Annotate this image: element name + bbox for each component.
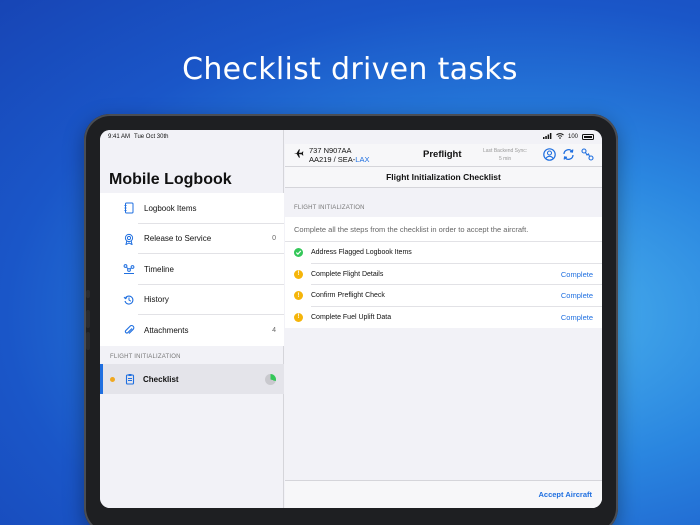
sidebar-title: Mobile Logbook [109, 171, 232, 188]
wifi-icon [556, 133, 564, 141]
sidebar-item-label: Logbook Items [144, 203, 197, 213]
badge-icon [122, 232, 136, 246]
status-time: 9:41 AM [108, 134, 131, 140]
pending-dot-icon [110, 376, 115, 382]
paperclip-icon [122, 323, 136, 337]
sidebar-item-label: Release to Service [144, 234, 212, 244]
status-bar-right: 100 [285, 130, 602, 144]
sidebar-item-logbook-items[interactable]: Logbook Items [100, 193, 284, 224]
checklist-step[interactable]: ! Complete Flight Details Complete [285, 264, 602, 286]
flight-number: AA219 / SEA- [309, 155, 356, 164]
sidebar-item-label: Attachments [144, 325, 189, 335]
sync-label: Last Backend Sync: [483, 148, 528, 154]
checkmark-icon [294, 248, 303, 258]
checklist-title: Flight Initialization Checklist [285, 166, 602, 188]
notebook-icon [122, 201, 136, 215]
battery-icon [582, 134, 594, 140]
flight-phase: Preflight [423, 149, 462, 160]
signal-icon [542, 133, 552, 141]
sidebar-item-label: Timeline [144, 264, 174, 274]
side-button [86, 290, 90, 298]
user-profile-icon[interactable] [543, 148, 556, 166]
step-label: Complete Fuel Uplift Data [311, 313, 392, 321]
sidebar-section-header: FLIGHT INITIALIZATION [110, 354, 181, 360]
sidebar-item-attachments[interactable]: Attachments 4 [100, 315, 284, 346]
timeline-icon [122, 262, 136, 276]
app-screen: 9:41 AM Tue Oct 30th Mobile Logbook Logb… [100, 130, 602, 508]
status-date: Tue Oct 30th [134, 134, 169, 140]
sidebar-item-checklist[interactable]: Checklist [100, 364, 284, 394]
sync-value: 5 min [498, 156, 512, 162]
airplane-icon [293, 146, 304, 164]
sidebar-item-label: History [144, 295, 169, 305]
clipboard-icon [123, 372, 137, 386]
flight-route: AA219 / SEA-LAX [309, 155, 369, 164]
sidebar-item-count: 0 [272, 235, 276, 243]
side-button [86, 310, 90, 328]
sidebar-list: Logbook Items Release to Service 0 Timel… [100, 193, 284, 346]
checklist-step[interactable]: ! Confirm Preflight Check Complete [285, 285, 602, 307]
flight-info: 737 N907AA AA219 / SEA-LAX [309, 146, 369, 164]
sidebar-item-label: Checklist [143, 374, 179, 384]
aircraft-id: 737 N907AA [309, 146, 352, 155]
battery-level: 100 [567, 134, 578, 140]
bottom-toolbar: Accept Aircraft [285, 480, 602, 508]
complete-link[interactable]: Complete [561, 291, 593, 300]
route-map-icon[interactable] [581, 148, 594, 166]
sidebar: 9:41 AM Tue Oct 30th Mobile Logbook Logb… [100, 130, 284, 508]
sidebar-item-release-to-service[interactable]: Release to Service 0 [100, 224, 284, 255]
warning-icon: ! [294, 269, 303, 279]
checklist-card: Complete all the steps from the checklis… [285, 217, 602, 328]
header-actions [543, 148, 594, 166]
complete-link[interactable]: Complete [561, 270, 593, 279]
checklist-step[interactable]: ! Complete Fuel Uplift Data Complete [285, 307, 602, 329]
checklist-instructions: Complete all the steps from the checklis… [285, 217, 602, 242]
flight-header: 737 N907AA AA219 / SEA-LAX Preflight Las… [285, 144, 602, 166]
side-button [86, 332, 90, 350]
progress-pie-icon [265, 373, 276, 385]
sidebar-item-history[interactable]: History [100, 285, 284, 316]
active-indicator [100, 364, 103, 394]
main-pane: 100 737 N907AA AA219 / SEA-LAX Preflight… [285, 130, 602, 508]
warning-icon: ! [294, 291, 303, 301]
main-section-header: FLIGHT INITIALIZATION [294, 205, 365, 211]
sidebar-item-timeline[interactable]: Timeline [100, 254, 284, 285]
warning-icon: ! [294, 312, 303, 322]
headline: Checklist driven tasks [182, 52, 518, 87]
step-label: Complete Flight Details [311, 270, 384, 278]
step-label: Address Flagged Logbook Items [311, 249, 412, 257]
complete-link[interactable]: Complete [561, 313, 593, 322]
step-label: Confirm Preflight Check [311, 292, 385, 300]
accept-aircraft-button[interactable]: Accept Aircraft [539, 490, 593, 499]
sync-status: Last Backend Sync: 5 min [483, 147, 527, 163]
status-bar: 9:41 AM Tue Oct 30th [100, 130, 283, 144]
sidebar-item-count: 4 [272, 326, 276, 334]
destination-link[interactable]: LAX [355, 155, 369, 164]
sync-refresh-icon[interactable] [562, 148, 575, 166]
checklist-step[interactable]: Address Flagged Logbook Items [285, 242, 602, 264]
history-clock-icon [122, 293, 136, 307]
